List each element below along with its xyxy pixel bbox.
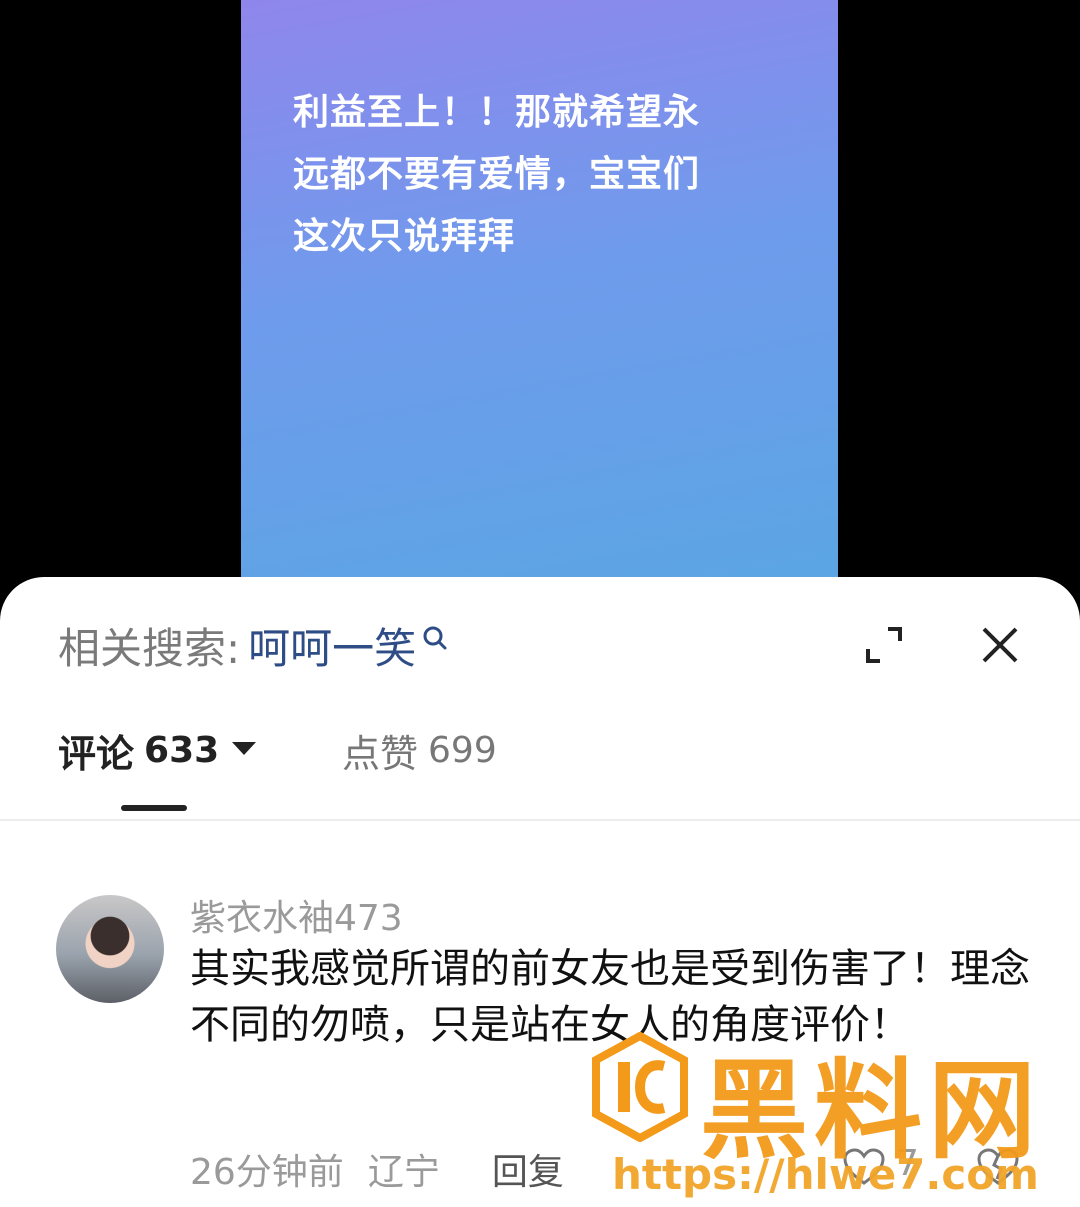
tab-bar: 评论 633 点赞 699 xyxy=(0,727,1080,821)
comments-sheet: 相关搜索: 呵呵一笑 评论 633 点赞 699 紫衣水袖473 其实我感觉所谓… xyxy=(0,577,1080,1207)
tab-comments-label: 评论 xyxy=(58,731,135,776)
caption-line: 远都不要有爱情，宝宝们 xyxy=(293,154,701,195)
search-icon xyxy=(422,625,448,655)
like-count: 7 xyxy=(896,1143,919,1184)
avatar[interactable] xyxy=(56,895,164,1003)
tab-likes-count: 699 xyxy=(428,729,497,771)
related-search-label: 相关搜索: xyxy=(58,623,241,673)
comment-meta: 26分钟前 辽宁 回复 xyxy=(190,1143,564,1195)
related-search-term[interactable]: 呵呵一笑 xyxy=(248,615,416,676)
video-frame[interactable]: 利益至上！！那就希望永 远都不要有爱情，宝宝们 这次只说拜拜 xyxy=(241,0,838,600)
caret-down-icon[interactable] xyxy=(231,740,257,760)
caption-line: 利益至上！！那就希望永 xyxy=(293,92,701,133)
reply-button[interactable]: 回复 xyxy=(492,1143,564,1195)
tab-comments-count: 633 xyxy=(144,729,220,771)
tab-likes-label: 点赞 xyxy=(342,731,419,776)
caption-line: 这次只说拜拜 xyxy=(293,216,516,257)
dislike-icon[interactable] xyxy=(976,1147,1020,1191)
comment-text[interactable]: 其实我感觉所谓的前女友也是受到伤害了！理念不同的勿喷，只是站在女人的角度评价！ xyxy=(190,941,1030,1053)
comment-time: 26分钟前 xyxy=(190,1152,344,1193)
expand-icon[interactable] xyxy=(862,623,906,671)
heart-icon[interactable] xyxy=(842,1147,886,1191)
watermark-url: https://hlwe7.com xyxy=(612,1150,1039,1199)
active-tab-indicator xyxy=(121,805,187,811)
tab-comments[interactable]: 评论 633 xyxy=(58,727,257,776)
tab-likes[interactable]: 点赞 699 xyxy=(342,727,497,776)
comment-location: 辽宁 xyxy=(367,1152,440,1193)
video-caption: 利益至上！！那就希望永 远都不要有爱情，宝宝们 这次只说拜拜 xyxy=(293,82,733,268)
comment-username[interactable]: 紫衣水袖473 xyxy=(190,889,403,941)
close-icon[interactable] xyxy=(978,623,1022,671)
related-search[interactable]: 相关搜索: 呵呵一笑 xyxy=(58,617,448,673)
